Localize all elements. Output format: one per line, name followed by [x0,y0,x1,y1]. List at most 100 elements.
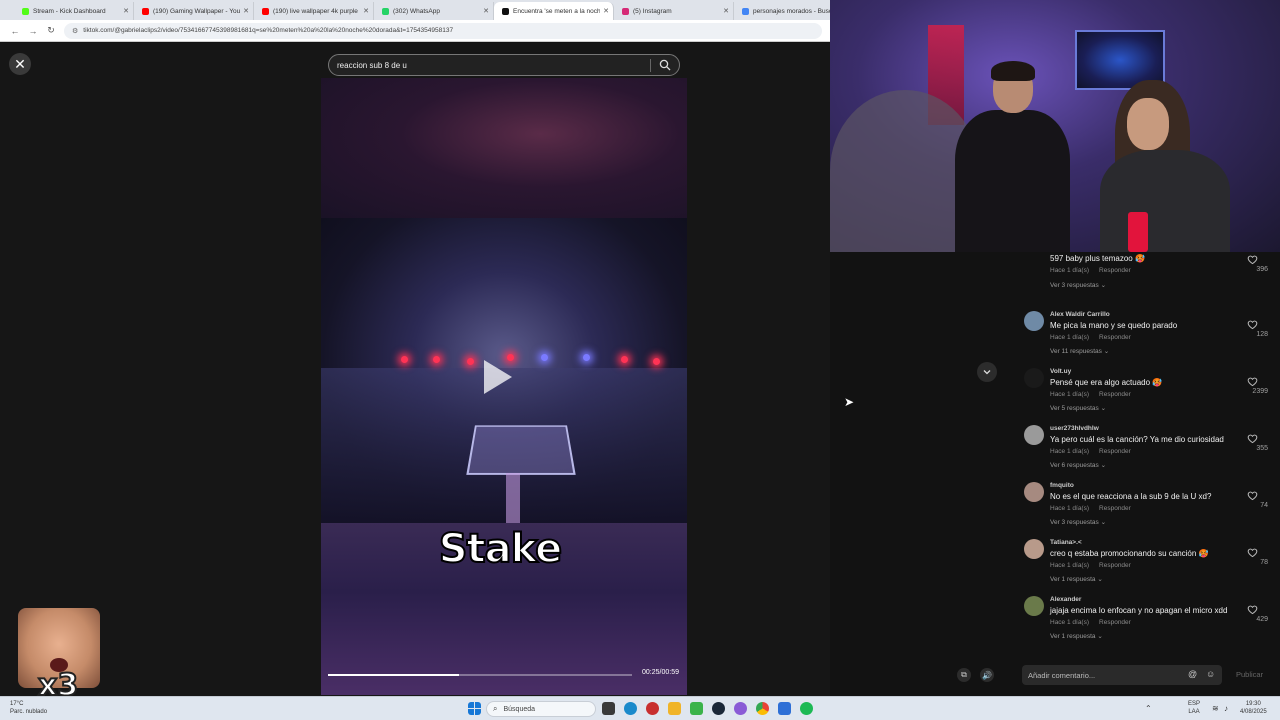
clock-time: 19:30 [1245,701,1261,707]
tab-close-icon[interactable]: ✕ [723,7,729,15]
search-bar[interactable]: reaccion sub 8 de u [328,54,680,76]
browser-tab[interactable]: Stream - Kick Dashboard ✕ [14,2,134,20]
close-video-button[interactable]: ✕ [9,53,31,75]
edge-icon[interactable] [624,702,637,715]
like-heart-icon[interactable] [1247,376,1258,387]
steam-icon[interactable] [712,702,725,715]
volume-button[interactable]: 🔊 [980,668,994,682]
start-windows-icon[interactable] [468,702,481,715]
chrome-icon[interactable] [756,702,769,715]
reply-button[interactable]: Responder [1099,391,1131,398]
tab-close-icon[interactable]: ✕ [123,7,129,15]
like-heart-icon[interactable] [1247,433,1258,444]
view-replies-button[interactable]: Ver 6 respuestas ⌄ [1050,461,1106,469]
stage-light [467,358,474,365]
reload-icon[interactable]: ↻ [42,25,60,36]
comment-username[interactable]: user273hlvdhlw [1050,425,1099,432]
weather-widget[interactable]: 17°C Parc. nublado [10,700,47,716]
spotify-icon[interactable] [800,702,813,715]
file-explorer-icon[interactable] [668,702,681,715]
comment-username[interactable]: Alex Waldir Carrillo [1050,311,1110,318]
browser-tab[interactable]: (190) Gaming Wallpaper - YouTube✕ [134,2,254,20]
like-heart-icon[interactable] [1247,547,1258,558]
view-replies-button[interactable]: Ver 3 respuestas ⌄ [1050,281,1106,289]
app-icon[interactable] [734,702,747,715]
view-replies-button[interactable]: Ver 11 respuestas ⌄ [1050,347,1109,355]
comment-username[interactable]: Tatiana>.< [1050,539,1082,546]
comment-avatar[interactable] [1024,596,1044,616]
like-heart-icon[interactable] [1247,490,1258,501]
comment-username[interactable]: Alexander [1050,596,1081,603]
reply-button[interactable]: Responder [1099,448,1131,455]
mouse-cursor-icon: ➤ [844,395,855,409]
mention-icon[interactable]: @ [1188,669,1197,679]
comment-time: Hace 1 día(s) [1050,267,1090,274]
copy-icon: ⧉ [961,670,967,679]
next-video-button[interactable] [977,362,997,382]
like-heart-icon[interactable] [1247,319,1258,330]
chevron-down-icon [983,370,991,375]
browser-tab[interactable]: (190) live wallpaper 4k purple ✕ [254,2,374,20]
tab-title: (5) Instagram [633,7,672,15]
browser-tab[interactable]: Encuentra 'se meten a la noche' ✕ [494,2,614,20]
browser-tab[interactable]: personajes morados - Buscar✕ [734,2,830,20]
browser-tab[interactable]: (302) WhatsApp ✕ [374,2,494,20]
browser-tab[interactable]: (5) Instagram ✕ [614,2,734,20]
app-icon[interactable] [690,702,703,715]
comment-username[interactable]: fmquito [1050,482,1074,489]
comment-item: Alex Waldir Carrillo Me pica la mano y se… [1010,311,1280,368]
tab-favicon-icon [502,7,509,15]
comment-avatar[interactable] [1024,368,1044,388]
comment-avatar[interactable] [1024,482,1044,502]
reply-button[interactable]: Responder [1099,334,1131,341]
tab-close-icon[interactable]: ✕ [603,7,609,15]
clock-date: 4/08/2025 [1240,709,1267,715]
comment-input[interactable]: Añadir comentario... @ ☺ [1022,665,1222,685]
reply-button[interactable]: Responder [1099,505,1131,512]
app-icon[interactable] [778,702,791,715]
copy-link-button[interactable]: ⧉ [957,668,971,682]
forward-arrow-icon[interactable]: → [24,26,42,36]
view-replies-button[interactable]: Ver 5 respuestas ⌄ [1050,404,1106,412]
search-icon[interactable] [659,59,671,71]
comment-avatar[interactable] [1024,539,1044,559]
reply-button[interactable]: Responder [1099,562,1131,569]
search-input[interactable]: reaccion sub 8 de u [337,61,407,70]
video-progress-bar[interactable] [328,674,632,676]
reply-button[interactable]: Responder [1099,267,1131,274]
cam-red-cup [1128,212,1148,252]
publish-button[interactable]: Publicar [1236,670,1263,679]
tab-title: Stream - Kick Dashboard [33,7,106,15]
comment-avatar[interactable] [1024,311,1044,331]
view-replies-button[interactable]: Ver 1 respuesta ⌄ [1050,632,1103,640]
emoji-icon[interactable]: ☺ [1206,669,1215,679]
video-player[interactable]: Stake 00:25/00:59 [321,78,687,695]
reply-button[interactable]: Responder [1099,619,1131,626]
app-icon[interactable] [646,702,659,715]
wifi-icon[interactable]: ≋ [1212,704,1219,713]
comment-username[interactable]: Volt.uy [1050,368,1071,375]
url-text: tiktok.com/@gabrielaclips2/video/7534166… [83,27,454,34]
tab-close-icon[interactable]: ✕ [483,7,489,15]
comment-list[interactable]: 597 baby plus temazoo 🥵 Hace 1 día(s) Resp… [1010,252,1280,652]
tab-close-icon[interactable]: ✕ [243,7,249,15]
site-info-icon[interactable]: ⚙ [72,27,78,35]
like-heart-icon[interactable] [1247,254,1258,265]
like-heart-icon[interactable] [1247,604,1258,615]
speaker-icon[interactable]: ♪ [1224,704,1228,713]
comment-meta: Hace 1 día(s) Responder [1050,391,1131,398]
clock[interactable]: 19:30 4/08/2025 [1240,700,1267,716]
tray-overflow-icon[interactable]: ⌃ [1145,704,1152,713]
language-indicator[interactable]: ESP LAA [1188,700,1200,716]
task-view-icon[interactable] [602,702,615,715]
view-replies-button[interactable]: Ver 3 respuestas ⌄ [1050,518,1106,526]
taskbar-search[interactable]: ⌕ Búsqueda [486,701,596,717]
comment-item: 597 baby plus temazoo 🥵 Hace 1 día(s) Resp… [1010,254,1280,311]
back-arrow-icon[interactable]: ← [6,26,24,36]
comment-text: Ya pero cuál es la canción? Ya me dio cu… [1050,435,1224,444]
tab-close-icon[interactable]: ✕ [363,7,369,15]
url-field[interactable]: ⚙ tiktok.com/@gabrielaclips2/video/75341… [64,22,822,39]
play-icon[interactable] [484,360,512,394]
view-replies-button[interactable]: Ver 1 respuesta ⌄ [1050,575,1103,583]
comment-avatar[interactable] [1024,425,1044,445]
